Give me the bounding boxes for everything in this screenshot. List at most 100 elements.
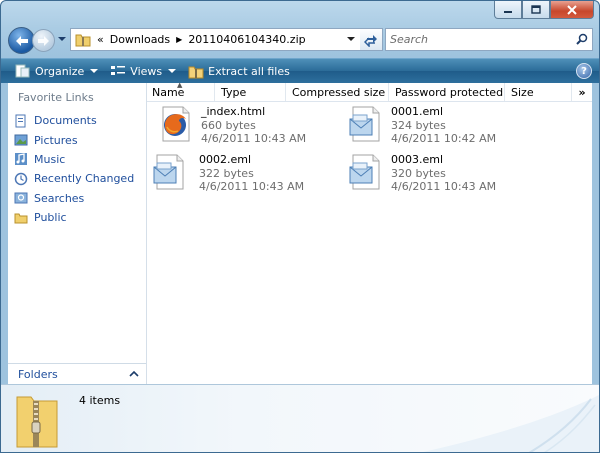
sidebar-item-music[interactable]: Music [14, 150, 134, 169]
file-meta: 0001.eml 324 bytes 4/6/2011 10:42 AM [391, 105, 496, 146]
file-name: 0003.eml [391, 153, 444, 166]
favorite-links-list: Documents Pictures Music Recently Change… [14, 111, 134, 227]
file-meta: 0002.eml 322 bytes 4/6/2011 10:43 AM [199, 153, 304, 194]
file-item-index-html[interactable]: _index.html 660 bytes 4/6/2011 10:43 AM [157, 105, 306, 146]
favorite-links-title: Favorite Links [18, 91, 94, 104]
file-item-0001-eml[interactable]: 0001.eml 324 bytes 4/6/2011 10:42 AM [347, 105, 496, 146]
file-size: 660 bytes [201, 118, 256, 132]
search-input[interactable]: Search [385, 28, 593, 51]
sidebar-item-searches[interactable]: Searches [14, 189, 134, 208]
explorer-window: « Downloads ▶ 20110406104340.zip Search [0, 0, 600, 453]
decorative-swoosh [423, 395, 599, 452]
search-placeholder: Search [390, 33, 429, 46]
organize-label: Organize [35, 64, 85, 78]
maximize-button[interactable] [522, 1, 550, 19]
back-forward-group [8, 27, 68, 54]
breadcrumb-overflow[interactable]: « [97, 33, 104, 46]
sidebar-item-label: Documents [34, 114, 97, 128]
file-size: 324 bytes [391, 118, 446, 132]
minimize-button[interactable] [494, 1, 522, 19]
address-bar[interactable]: « Downloads ▶ 20110406104340.zip [70, 28, 362, 51]
file-item-0003-eml[interactable]: 0003.eml 320 bytes 4/6/2011 10:43 AM [347, 153, 496, 194]
chevron-up-icon [129, 370, 139, 377]
column-header-password-protected[interactable]: Password protected [390, 83, 505, 101]
file-date: 4/6/2011 10:43 AM [201, 132, 307, 145]
sidebar-item-pictures[interactable]: Pictures [14, 130, 134, 149]
arrow-right-icon [37, 35, 49, 46]
refresh-button[interactable] [360, 28, 383, 51]
folders-label: Folders [18, 368, 58, 381]
documents-icon [15, 114, 26, 128]
command-bar: Organize Views Extract all files ? [1, 58, 599, 83]
zip-folder-large-icon [16, 396, 58, 448]
breadcrumb-separator[interactable]: ▶ [176, 35, 182, 44]
sidebar-item-public[interactable]: Public [14, 208, 134, 227]
email-file-icon [347, 153, 383, 191]
column-header-name[interactable]: ▲ Name [147, 81, 215, 101]
maximize-icon [531, 5, 541, 14]
minimize-icon [504, 10, 512, 13]
close-button[interactable] [550, 1, 594, 19]
column-header-size[interactable]: Size [506, 83, 572, 101]
sidebar-item-label: Public [34, 211, 67, 225]
zip-folder-icon [75, 34, 91, 46]
file-date: 4/6/2011 10:43 AM [391, 180, 497, 193]
views-button[interactable]: Views [104, 60, 182, 82]
views-label: Views [130, 64, 163, 78]
organize-button[interactable]: Organize [9, 60, 104, 82]
extract-all-label: Extract all files [208, 64, 290, 78]
more-columns-button[interactable]: » [572, 83, 592, 101]
chevron-down-icon [90, 69, 99, 73]
file-name: _index.html [201, 105, 266, 118]
breadcrumb-downloads[interactable]: Downloads [110, 33, 170, 46]
extract-icon [188, 66, 204, 78]
sidebar-item-documents[interactable]: Documents [14, 111, 134, 130]
firefox-html-icon [157, 105, 193, 143]
sidebar-item-label: Music [34, 152, 66, 166]
searches-icon [14, 192, 28, 204]
back-button[interactable] [8, 27, 35, 54]
file-date: 4/6/2011 10:42 AM [391, 132, 497, 145]
caption-buttons [494, 1, 594, 19]
file-date: 4/6/2011 10:43 AM [199, 180, 305, 193]
column-headers: ▲ Name Type Compressed size Password pro… [147, 81, 592, 102]
column-header-type[interactable]: Type [216, 83, 286, 101]
column-label: Type [221, 85, 247, 99]
sort-ascending-icon: ▲ [177, 81, 183, 89]
file-meta: _index.html 660 bytes 4/6/2011 10:43 AM [201, 105, 306, 146]
recently-changed-icon [14, 172, 28, 186]
help-icon[interactable]: ? [576, 63, 592, 79]
navigation-row: « Downloads ▶ 20110406104340.zip Search [8, 27, 593, 54]
public-folder-icon [14, 213, 28, 224]
file-list: ▲ Name Type Compressed size Password pro… [147, 81, 592, 384]
file-name: 0002.eml [199, 153, 252, 166]
column-label: Compressed size [292, 85, 386, 99]
folders-toggle[interactable]: Folders [8, 363, 146, 385]
email-file-icon [347, 105, 383, 143]
organize-icon [15, 64, 30, 78]
refresh-icon [364, 34, 377, 47]
recent-pages-dropdown[interactable] [58, 37, 66, 41]
forward-button[interactable] [32, 29, 55, 52]
sidebar-item-label: Searches [34, 191, 85, 205]
file-meta: 0003.eml 320 bytes 4/6/2011 10:43 AM [391, 153, 496, 194]
search-icon[interactable] [576, 33, 588, 45]
music-icon [15, 153, 27, 166]
column-label: Size [511, 85, 534, 99]
address-history-dropdown[interactable] [347, 37, 355, 41]
sidebar-item-recently-changed[interactable]: Recently Changed [14, 169, 134, 188]
breadcrumb: « Downloads ▶ 20110406104340.zip [97, 33, 306, 46]
breadcrumb-zip[interactable]: 20110406104340.zip [188, 33, 305, 46]
item-count: 4 items [79, 394, 121, 407]
extract-all-button[interactable]: Extract all files [182, 60, 296, 82]
details-pane: 4 items [1, 384, 599, 452]
email-file-icon [151, 153, 187, 191]
navigation-pane: Favorite Links Documents Pictures Music … [8, 83, 147, 385]
column-label: Password protected [395, 85, 504, 99]
chevron-down-icon [168, 69, 177, 73]
views-icon [111, 66, 126, 75]
file-name: 0001.eml [391, 105, 444, 118]
column-header-compressed-size[interactable]: Compressed size [287, 83, 389, 101]
pictures-icon [14, 134, 28, 146]
file-item-0002-eml[interactable]: 0002.eml 322 bytes 4/6/2011 10:43 AM [151, 153, 304, 194]
